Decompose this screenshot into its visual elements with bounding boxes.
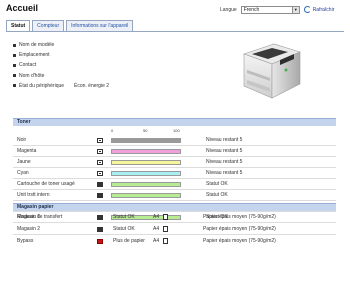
toner-row: Cyan Niveau restant 5	[17, 168, 242, 178]
info-row-location: Emplacement	[13, 50, 109, 60]
toner-icon	[97, 170, 103, 176]
paper-size: A4	[153, 214, 160, 220]
toner-label: Jaune	[17, 159, 31, 165]
toner-status: Niveau restant 5	[206, 159, 243, 165]
toner-level-fill	[112, 160, 180, 164]
toner-label: Noir	[17, 137, 27, 143]
language-select-value: French	[243, 6, 260, 13]
paper-size: A4	[153, 226, 160, 232]
tab-bar: Statut Compteur Informations sur l'appar…	[6, 20, 135, 32]
toner-scale: 0 50 100	[111, 128, 181, 133]
paper-row-bypass: Bypass Plus de papier A4 Papier épais mo…	[17, 236, 337, 246]
chevron-down-icon[interactable]: ▼	[291, 6, 299, 13]
waste-toner-icon	[97, 181, 103, 187]
toner-status: Niveau restant 5	[206, 170, 243, 176]
info-value: Écon. énergie 2	[74, 82, 110, 89]
language-label: Langue	[220, 6, 237, 13]
toner-level-bar	[111, 137, 181, 143]
toner-row: Cartouche de toner usagé Statut OK	[17, 179, 228, 189]
paper-row-tray2: Magasin 2 Statut OK A4 Papier épais moye…	[17, 224, 337, 234]
paper-orientation-icon	[163, 214, 168, 220]
toner-level-bar	[111, 192, 181, 198]
paper-status: Plus de papier	[113, 238, 145, 244]
toner-level-fill	[112, 193, 180, 197]
toner-status: Niveau restant 5	[206, 137, 243, 143]
refresh-link[interactable]: Rafraîchir	[303, 6, 335, 13]
paper-section-header: Magasin papier	[13, 203, 336, 211]
info-row-hostname: Nom d'hôte	[13, 71, 109, 81]
refresh-icon[interactable]	[303, 6, 311, 13]
toner-section-header: Toner	[13, 118, 336, 126]
toner-row: Noir Niveau restant 5	[17, 135, 242, 145]
tab-device-info[interactable]: Informations sur l'appareil	[66, 20, 134, 31]
paper-orientation-icon	[163, 226, 168, 232]
toner-level-fill	[112, 171, 180, 175]
toner-icon	[97, 148, 103, 154]
bullet-icon	[13, 53, 16, 57]
paper-status: Statut OK	[113, 214, 135, 220]
paper-row-tray1: Magasin 1 Statut OK A4 Papier épais moye…	[17, 212, 337, 222]
toner-level-bar	[111, 148, 181, 154]
paper-status: Statut OK	[113, 226, 135, 232]
scale-tick-label: 50	[143, 128, 148, 133]
tray-icon	[97, 214, 103, 220]
info-label: Emplacement	[19, 52, 50, 59]
toner-label: Cartouche de toner usagé	[17, 181, 75, 187]
tab-counter[interactable]: Compteur	[32, 20, 65, 31]
page-title: Accueil	[6, 3, 39, 13]
toner-label: Unit trstt intern	[17, 192, 50, 198]
paper-label: Bypass	[17, 238, 34, 244]
toner-status: Statut OK	[206, 192, 228, 198]
toner-level-bar	[111, 181, 181, 187]
scale-tick-label: 0	[111, 128, 114, 133]
row-divider	[13, 234, 336, 235]
toner-row: Magenta Niveau restant 5	[17, 146, 242, 156]
toner-level-bar	[111, 159, 181, 165]
bullet-icon	[13, 84, 16, 88]
bullet-icon	[13, 63, 16, 67]
info-row-device-state: État du périphérique Écon. énergie 2	[13, 81, 109, 91]
info-label: Nom d'hôte	[19, 72, 45, 79]
bullet-icon	[13, 74, 16, 78]
info-label: Contact	[19, 62, 37, 69]
paper-size: A4	[153, 238, 160, 244]
refresh-label[interactable]: Rafraîchir	[313, 7, 335, 13]
language-area: Langue French ▼ Rafraîchir	[220, 5, 334, 14]
toner-level-fill	[112, 182, 180, 186]
tray-icon	[97, 226, 103, 232]
toner-status: Statut OK	[206, 181, 228, 187]
device-info-list: Nom de modèle Emplacement Contact Nom d'…	[13, 40, 109, 91]
scale-tick-label: 100	[173, 128, 180, 133]
paper-orientation-icon	[163, 238, 168, 244]
paper-label: Magasin 2	[17, 226, 41, 232]
toner-level-fill	[112, 149, 180, 153]
toner-row: Jaune Niveau restant 5	[17, 157, 242, 167]
toner-status: Niveau restant 5	[206, 148, 243, 154]
toner-label: Magenta	[17, 148, 37, 154]
info-label: État du périphérique	[19, 82, 65, 89]
toner-level-fill	[112, 138, 180, 142]
info-row-contact: Contact	[13, 60, 109, 70]
toner-icon	[97, 159, 103, 165]
toner-icon	[97, 137, 103, 143]
toner-label: Cyan	[17, 170, 29, 176]
tabs-divider	[6, 31, 344, 32]
toner-level-bar	[111, 170, 181, 176]
paper-type: Papier épais moyen (75-90g/m2)	[203, 226, 276, 232]
language-select[interactable]: French ▼	[240, 5, 300, 14]
toner-row: Unit trstt intern Statut OK	[17, 190, 228, 200]
bullet-icon	[13, 43, 16, 47]
tray-empty-icon	[97, 238, 103, 244]
paper-type: Papier épais moyen (75-90g/m2)	[203, 238, 276, 244]
paper-type: Papier épais moyen (75-90g/m2)	[203, 214, 276, 220]
info-label: Nom de modèle	[19, 42, 55, 49]
printer-icon	[243, 43, 301, 99]
transfer-unit-icon	[97, 192, 103, 198]
paper-label: Magasin 1	[17, 214, 41, 220]
row-divider	[13, 222, 336, 223]
info-row-model: Nom de modèle	[13, 40, 109, 50]
